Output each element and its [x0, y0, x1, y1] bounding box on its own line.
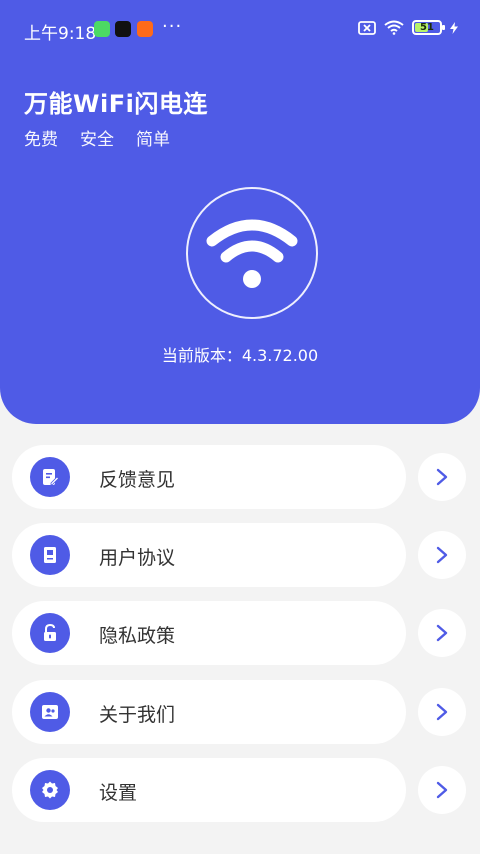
feature-tags: 免费 安全 简单: [24, 125, 170, 150]
more-notifications-icon: ···: [162, 16, 183, 37]
menu-label-user-agreement: 用户协议: [99, 547, 176, 569]
settings-arrow-button[interactable]: [418, 766, 466, 814]
feedback-arrow-button[interactable]: [418, 453, 466, 501]
menu-item-user-agreement[interactable]: 用户协议: [12, 523, 406, 587]
status-time: 上午9:18: [24, 24, 97, 44]
app-title: 万能WiFi闪电连: [24, 90, 208, 118]
about-us-arrow-button[interactable]: [418, 688, 466, 736]
contacts-icon: [30, 692, 70, 732]
battery-icon: 51: [412, 20, 445, 35]
menu-label-privacy-policy: 隐私政策: [99, 625, 176, 647]
user-agreement-arrow-button[interactable]: [418, 531, 466, 579]
status-bar: 上午9:18 ··· 51: [0, 0, 480, 60]
chevron-right-icon: [436, 468, 448, 486]
wifi-signal-icon: [384, 20, 404, 35]
charging-icon: [450, 21, 458, 34]
no-sim-icon: [358, 20, 376, 35]
tag-simple: 简单: [136, 130, 170, 150]
header-panel: 上午9:18 ··· 51 万能WiFi闪电连 免费 安全 简单 当前版本：4.…: [0, 0, 480, 424]
menu-label-about-us: 关于我们: [99, 704, 176, 726]
chevron-right-icon: [436, 546, 448, 564]
wifi-logo: [186, 187, 318, 319]
menu-label-feedback: 反馈意见: [99, 469, 176, 491]
menu-row-privacy-policy[interactable]: 隐私政策: [12, 601, 466, 665]
menu-item-feedback[interactable]: 反馈意见: [12, 445, 406, 509]
version-label: 当前版本：4.3.72.00: [161, 346, 319, 365]
menu-row-about-us[interactable]: 关于我们: [12, 680, 466, 744]
taobao-notification-icon: [137, 21, 153, 37]
privacy-policy-arrow-button[interactable]: [418, 609, 466, 657]
menu-item-privacy-policy[interactable]: 隐私政策: [12, 601, 406, 665]
chevron-right-icon: [436, 781, 448, 799]
unlock-icon: [30, 613, 70, 653]
menu-row-user-agreement[interactable]: 用户协议: [12, 523, 466, 587]
status-right: 51: [358, 20, 458, 35]
menu-row-feedback[interactable]: 反馈意见: [12, 445, 466, 509]
menu-item-about-us[interactable]: 关于我们: [12, 680, 406, 744]
gear-icon: [30, 770, 70, 810]
chat-app-notification-icon: [94, 21, 110, 37]
chevron-right-icon: [436, 703, 448, 721]
tag-safe: 安全: [80, 130, 114, 150]
menu-row-settings[interactable]: 设置: [12, 758, 466, 822]
tag-free: 免费: [24, 130, 58, 150]
wifi-icon: [206, 219, 298, 288]
edit-note-icon: [30, 457, 70, 497]
book-icon: [30, 535, 70, 575]
tiktok-notification-icon: [115, 21, 131, 37]
battery-level: 51: [420, 22, 434, 33]
menu-label-settings: 设置: [99, 782, 138, 804]
menu-item-settings[interactable]: 设置: [12, 758, 406, 822]
chevron-right-icon: [436, 624, 448, 642]
